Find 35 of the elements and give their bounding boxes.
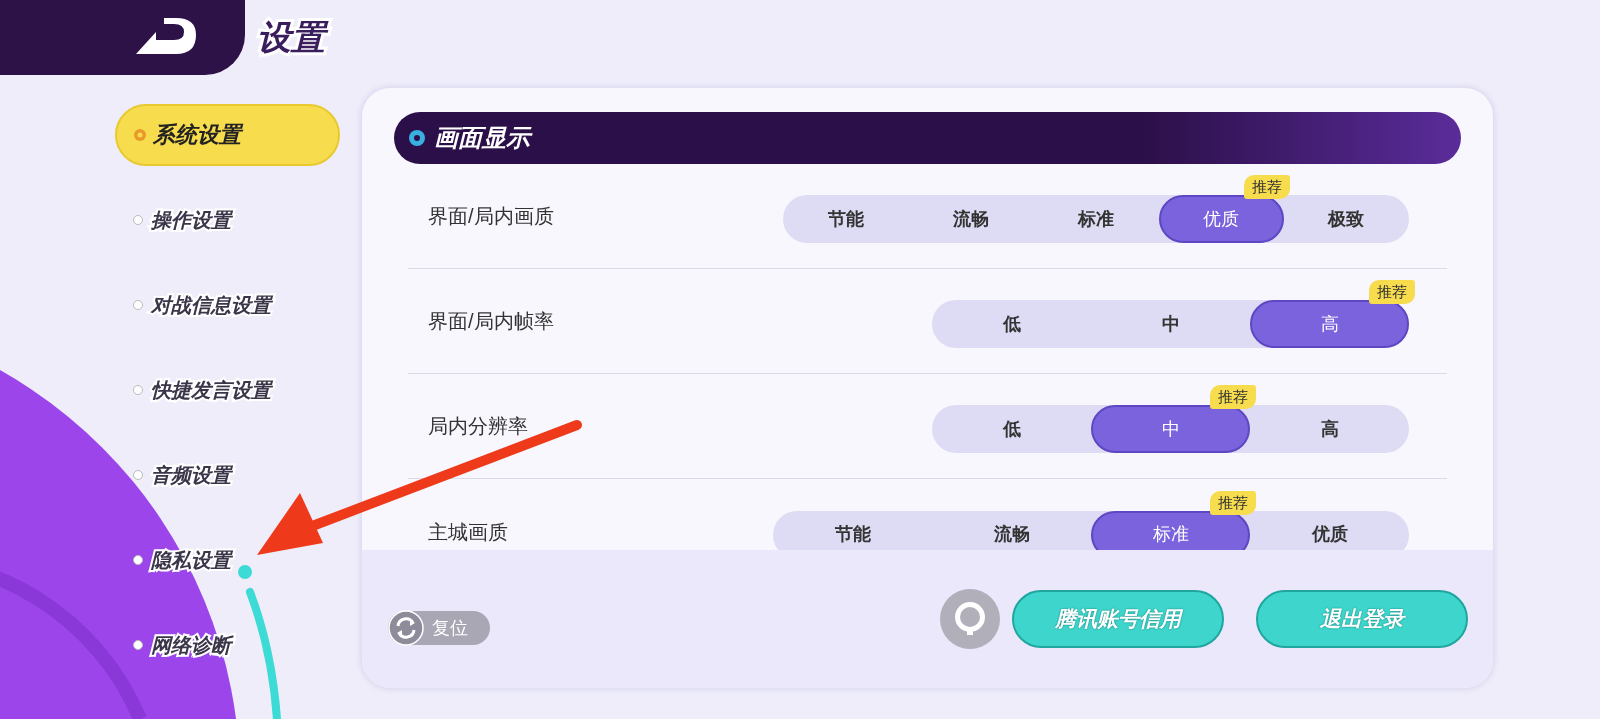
sidebar-item[interactable]: 快捷发言设置 <box>133 374 271 405</box>
ball-icon <box>133 127 147 142</box>
option-button[interactable]: 标准 <box>1091 510 1250 550</box>
option-button[interactable]: 高 <box>1250 300 1409 348</box>
option-button[interactable]: 低 <box>932 300 1091 348</box>
bullet-icon <box>133 469 143 480</box>
bullet-icon <box>133 214 143 225</box>
refresh-icon <box>388 610 424 646</box>
setting-label: 界面/局内画质 <box>428 204 554 229</box>
sidebar-item[interactable]: 系统设置 <box>115 103 340 166</box>
sidebar-item[interactable]: 对战信息设置 <box>133 289 271 320</box>
option-button[interactable]: 中 <box>1091 300 1250 348</box>
recommended-badge: 推荐 <box>1369 280 1415 304</box>
option-button[interactable]: 中 <box>1091 405 1250 453</box>
setting-label: 界面/局内帧率 <box>428 309 554 334</box>
bullet-icon <box>133 639 143 650</box>
option-button[interactable]: 节能 <box>783 195 909 243</box>
option-button[interactable]: 优质 <box>1158 195 1284 243</box>
recommended-badge: 推荐 <box>1243 175 1290 199</box>
option-button[interactable]: 标准 <box>1033 195 1159 243</box>
setting-label: 局内分辨率 <box>428 414 528 439</box>
recommended-badge: 推荐 <box>1210 385 1256 409</box>
sidebar-item[interactable]: 操作设置 <box>133 204 231 235</box>
bullet-icon <box>133 554 143 565</box>
option-button[interactable]: 流畅 <box>908 195 1034 243</box>
sidebar-item[interactable]: 音频设置 <box>133 459 231 490</box>
bullet-icon <box>133 299 143 310</box>
bullet-icon <box>133 384 143 395</box>
setting-label: 主城画质 <box>428 519 508 545</box>
recommended-badge: 推荐 <box>1210 490 1256 515</box>
back-button[interactable] <box>0 0 245 75</box>
option-button[interactable]: 节能 <box>773 510 932 550</box>
ball-icon <box>408 129 426 147</box>
option-button[interactable]: 流畅 <box>932 510 1091 550</box>
option-button[interactable]: 低 <box>932 405 1091 453</box>
